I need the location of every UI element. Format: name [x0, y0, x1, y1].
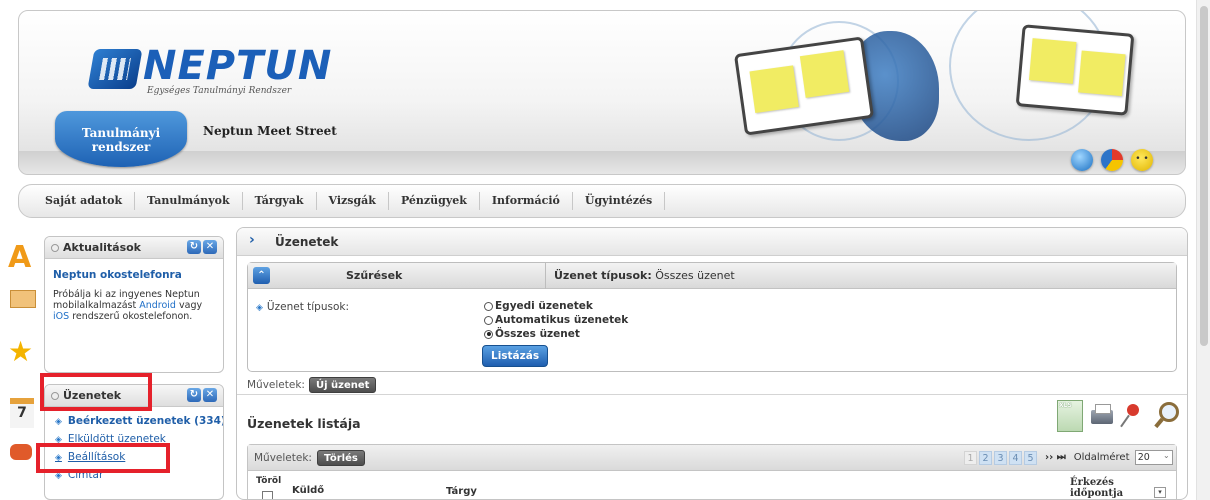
page-size-select[interactable]: 20 ⌄ [1134, 450, 1173, 465]
main-menu: Saját adatok Tanulmányok Tárgyak Vizsgák… [18, 184, 1186, 218]
list-tools [1057, 400, 1179, 432]
menu-item-own-data[interactable]: Saját adatok [33, 192, 136, 210]
filter-header: ⌃ Szűrések Üzenet típusok: Összes üzenet [248, 263, 1176, 289]
operations-label: Műveletek: [247, 379, 305, 391]
calendar-icon[interactable] [8, 396, 36, 428]
messages-inbox-link[interactable]: ◈ Beérkezett üzenetek (334) [55, 413, 223, 431]
highlight-messages-title [40, 373, 152, 411]
column-subject[interactable]: Tárgy [446, 486, 477, 497]
logo-word: NEPTUN [143, 43, 333, 89]
page-size: Oldalméret 20 ⌄ [1074, 450, 1173, 465]
news-widget: Aktualitások ↻ ✕ Neptun okostelefonra Pr… [44, 236, 224, 373]
news-a-icon[interactable]: A [8, 243, 36, 273]
filter-field-label: ◈ Üzenet típusok: [256, 301, 350, 313]
meet-street-link[interactable]: Neptun Meet Street [203, 124, 337, 138]
next-last-page-icon[interactable]: ›› ⏭ [1045, 452, 1066, 463]
refresh-icon[interactable]: ↻ [187, 240, 201, 254]
envelope-icon[interactable] [8, 282, 36, 310]
page-2[interactable]: 2 [979, 450, 992, 465]
column-sender[interactable]: Küldő [292, 485, 324, 496]
page-title: Üzenetek [275, 235, 339, 249]
menu-item-administration[interactable]: Ügyintézés [573, 192, 666, 210]
messages-panel: › Üzenetek ⌃ Szűrések Üzenet típusok: Ös… [236, 227, 1188, 500]
diamond-bullet-icon: ◈ [55, 417, 62, 427]
chat-icon[interactable] [8, 440, 36, 468]
filter-type-summary: Üzenet típusok: Összes üzenet [554, 269, 735, 282]
radio-icon[interactable] [484, 301, 493, 311]
highlight-settings-link [36, 443, 170, 473]
globe-icon[interactable] [1071, 149, 1093, 171]
radio-automatic-messages[interactable]: Automatikus üzenetek [484, 313, 628, 327]
column-delete: Töröl [256, 476, 282, 486]
menu-item-exams[interactable]: Vizsgák [317, 192, 389, 210]
widget-bullet-icon [51, 244, 59, 252]
page-5[interactable]: 5 [1024, 450, 1037, 465]
printer-icon[interactable] [1089, 400, 1113, 430]
smiley-icon[interactable] [1131, 149, 1153, 171]
grid-column-headers: Töröl Küldő Tárgy Érkezés időpontja ▾ [248, 471, 1178, 499]
menu-item-finances[interactable]: Pénzügyek [389, 192, 480, 210]
grid-toolbar: Műveletek: Törlés 1 2 3 4 5 ›› ⏭ Oldalmé… [248, 445, 1176, 471]
collapse-toggle-icon[interactable]: ⌃ [253, 267, 270, 284]
radio-selected-icon[interactable] [484, 329, 493, 339]
page-header: NEPTUN Egységes Tanulmányi Rendszer Tanu… [18, 10, 1186, 175]
system-tab[interactable]: Tanulmányi rendszer [55, 111, 187, 167]
news-widget-header: Aktualitások ↻ ✕ [45, 237, 223, 259]
radio-individual-messages[interactable]: Egyedi üzenetek [484, 299, 628, 313]
news-text: Próbálja ki az ingyenes Neptun mobilalka… [53, 289, 203, 322]
chevron-right-icon: › [249, 232, 255, 248]
radio-icon[interactable] [484, 315, 493, 325]
scrollbar-thumb[interactable] [1200, 6, 1208, 346]
close-icon[interactable]: ✕ [203, 240, 217, 254]
select-all-checkbox[interactable] [262, 491, 273, 499]
excel-export-icon[interactable] [1057, 400, 1083, 432]
radio-all-messages[interactable]: Összes üzenet [484, 327, 628, 341]
column-arrival-time[interactable]: Érkezés időpontja [1070, 477, 1140, 499]
messages-panel-header: › Üzenetek [237, 228, 1187, 256]
list-button[interactable]: Listázás [482, 345, 549, 367]
messages-list-title: Üzenetek listája [247, 416, 361, 431]
header-artwork [719, 11, 1185, 151]
message-type-radio-group: Egyedi üzenetek Automatikus üzenetek Öss… [484, 299, 628, 341]
neptun-logo[interactable]: NEPTUN Egységes Tanulmányi Rendszer [87, 43, 331, 98]
new-message-button[interactable]: Új üzenet [308, 377, 377, 393]
operations-bar: Műveletek: Új üzenet [247, 377, 377, 393]
page-4[interactable]: 4 [1009, 450, 1022, 465]
column-filter-icon[interactable]: ▾ [1154, 487, 1166, 498]
logo-subtitle: Egységes Tanulmányi Rendszer [147, 86, 292, 96]
menu-item-studies[interactable]: Tanulmányok [135, 192, 243, 210]
menu-item-subjects[interactable]: Tárgyak [243, 192, 317, 210]
android-link[interactable]: Android [139, 300, 176, 311]
page-1[interactable]: 1 [964, 450, 977, 465]
pager: 1 2 3 4 5 ›› ⏭ Oldalméret 20 ⌄ [964, 450, 1173, 465]
filter-box: ⌃ Szűrések Üzenet típusok: Összes üzenet… [247, 262, 1177, 372]
filter-header-label: Szűrések [346, 269, 403, 282]
page-3[interactable]: 3 [994, 450, 1007, 465]
page-scrollbar[interactable] [1196, 0, 1210, 500]
diamond-bullet-icon: ◈ [256, 303, 263, 313]
star-icon[interactable]: ★ [8, 338, 36, 366]
pie-chart-icon[interactable] [1101, 149, 1123, 171]
header-icons [1071, 149, 1153, 171]
grid-operations-label: Műveletek: [254, 452, 312, 464]
chevron-down-icon: ⌄ [1162, 451, 1170, 460]
news-widget-title: Aktualitások [63, 241, 141, 254]
refresh-icon[interactable]: ↻ [187, 388, 201, 402]
search-icon[interactable] [1153, 400, 1179, 430]
header-band [19, 151, 1185, 174]
ios-link[interactable]: iOS [53, 311, 69, 322]
close-icon[interactable]: ✕ [203, 388, 217, 402]
menu-item-information[interactable]: Információ [480, 192, 573, 210]
pin-icon[interactable] [1121, 400, 1145, 430]
news-headline[interactable]: Neptun okostelefonra [53, 269, 215, 281]
logo-mark-icon [87, 49, 143, 89]
whiteboard-right [1015, 24, 1135, 116]
delete-button[interactable]: Törlés [316, 450, 365, 466]
messages-grid: Műveletek: Törlés 1 2 3 4 5 ›› ⏭ Oldalmé… [247, 444, 1178, 499]
